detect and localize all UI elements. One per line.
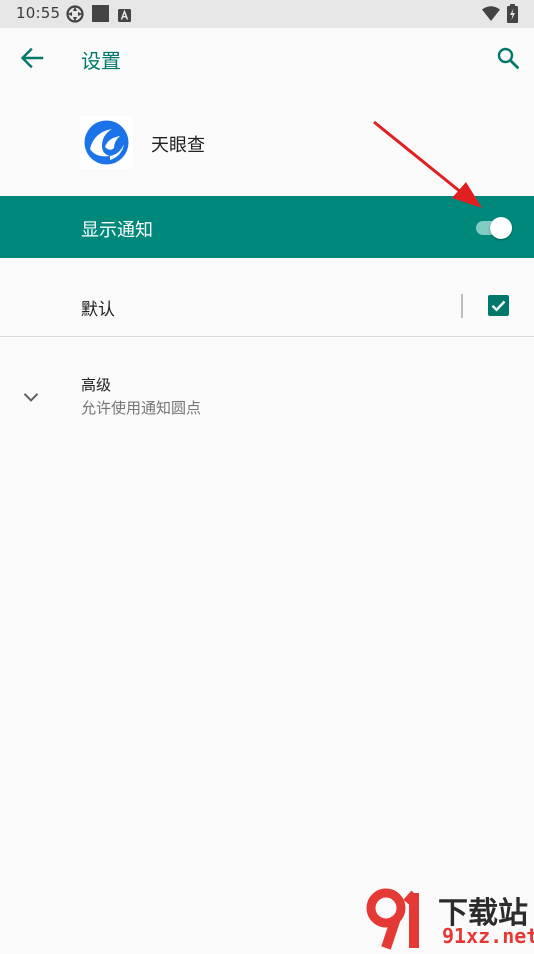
default-channel-checkbox[interactable]	[488, 295, 509, 316]
status-bar: 10:55	[0, 0, 534, 28]
a-notification-icon	[118, 7, 131, 26]
wifi-icon	[482, 6, 500, 25]
watermark-domain: 91xz.net	[442, 924, 534, 948]
battery-charging-icon	[507, 4, 518, 27]
search-icon[interactable]	[496, 46, 520, 74]
show-notifications-switch[interactable]	[474, 217, 514, 239]
default-channel-label: 默认	[81, 300, 115, 320]
tianyancha-logo-icon	[80, 116, 133, 169]
advanced-summary: 允许使用通知圆点	[81, 399, 202, 417]
watermark: 下载站 91xz.net	[358, 888, 534, 950]
status-time: 10:55	[16, 4, 61, 22]
chevron-down-icon[interactable]	[23, 388, 39, 407]
app-name: 天眼查	[151, 135, 205, 156]
arrow-back-icon[interactable]	[20, 47, 44, 73]
vertical-divider	[461, 294, 463, 318]
page-title: 设置	[81, 49, 121, 73]
square-notification-icon	[92, 5, 109, 26]
watermark-logo-icon	[364, 888, 434, 954]
show-notifications-label: 显示通知	[81, 220, 153, 241]
switch-thumb	[490, 217, 512, 239]
advanced-title: 高级	[81, 376, 112, 394]
settings-sync-icon	[66, 5, 84, 27]
